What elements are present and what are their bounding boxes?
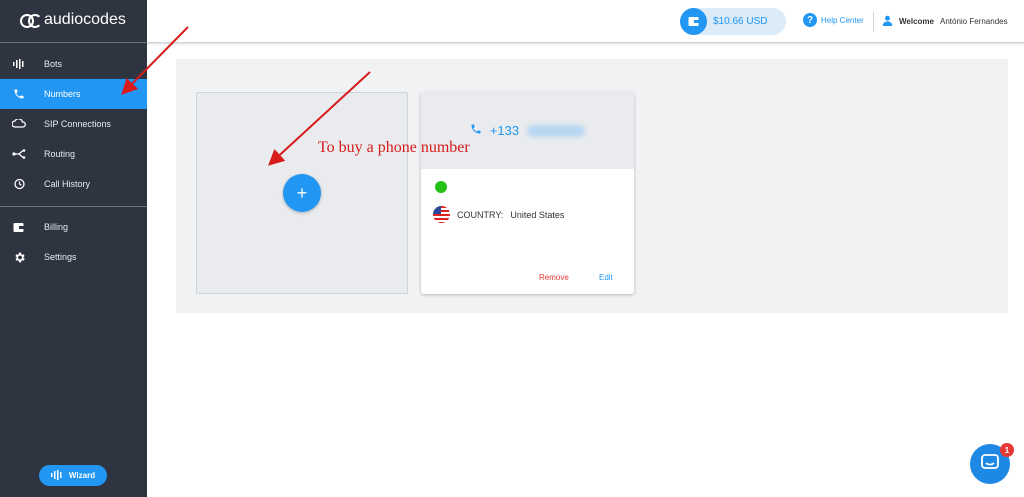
- remove-button[interactable]: Remove: [539, 273, 569, 282]
- wizard-label: Wizard: [68, 471, 96, 480]
- wizard-button[interactable]: Wizard: [39, 465, 107, 486]
- sidebar-nav-secondary: Billing Settings: [0, 212, 147, 272]
- sidebar-item-label: SIP Connections: [44, 119, 111, 129]
- status-indicator: [435, 181, 447, 193]
- sidebar-item-routing[interactable]: Routing: [0, 139, 147, 169]
- sidebar-item-label: Call History: [44, 179, 91, 189]
- bots-icon: [12, 57, 26, 71]
- sidebar-item-billing[interactable]: Billing: [0, 212, 147, 242]
- sidebar-item-numbers[interactable]: Numbers: [0, 79, 147, 109]
- annotation-text: To buy a phone number: [318, 139, 470, 156]
- call-history-icon: [12, 177, 26, 191]
- help-icon: ?: [803, 13, 817, 27]
- wallet-icon: [680, 8, 707, 35]
- sip-connections-icon: [12, 117, 26, 131]
- chat-icon: [981, 453, 999, 475]
- sidebar: audiocodes Bots Numbers SIP Connections: [0, 0, 147, 497]
- audiocodes-logo-icon: [20, 12, 42, 28]
- header-divider: [873, 12, 874, 32]
- top-header: $10.66 USD ? Help Center Welcome António…: [147, 0, 1024, 43]
- sidebar-divider: [0, 42, 147, 43]
- user-icon: [882, 15, 893, 28]
- country-label: COUNTRY:: [457, 209, 504, 220]
- sidebar-item-label: Numbers: [44, 89, 81, 99]
- redacted-number-blur: [527, 124, 586, 137]
- routing-icon: [12, 147, 26, 161]
- sidebar-item-settings[interactable]: Settings: [0, 242, 147, 272]
- add-number-button[interactable]: +: [283, 174, 321, 212]
- sidebar-item-label: Bots: [44, 59, 63, 69]
- wizard-icon: [50, 469, 63, 482]
- us-flag-icon: [433, 206, 450, 223]
- sidebar-item-label: Settings: [44, 252, 77, 262]
- notification-badge: 1: [1000, 443, 1014, 457]
- sidebar-item-sip-connections[interactable]: SIP Connections: [0, 109, 147, 139]
- brand-name: audiocodes: [44, 11, 126, 28]
- balance-pill[interactable]: $10.66 USD: [680, 8, 786, 35]
- wallet-icon: [12, 220, 26, 234]
- balance-amount: $10.66 USD: [713, 16, 768, 27]
- sidebar-item-label: Billing: [44, 222, 69, 232]
- sidebar-item-bots[interactable]: Bots: [0, 49, 147, 79]
- phone-icon: [470, 123, 482, 138]
- sidebar-item-label: Routing: [44, 149, 76, 159]
- user-welcome[interactable]: Welcome António Fernandes: [882, 15, 1008, 28]
- help-center-label: Help Center: [821, 15, 864, 25]
- phone-number-card: +133 COUNTRY: United States Remove Edit: [421, 92, 634, 294]
- country-value: United States: [510, 209, 565, 220]
- gear-icon: [12, 250, 26, 264]
- phone-icon: [12, 87, 26, 101]
- sidebar-nav: Bots Numbers SIP Connections Routing Cal…: [0, 49, 147, 199]
- brand-logo[interactable]: audiocodes: [20, 11, 126, 29]
- edit-button[interactable]: Edit: [599, 273, 613, 282]
- country-row: COUNTRY: United States: [433, 206, 564, 223]
- welcome-prefix: Welcome: [899, 17, 934, 26]
- help-center-link[interactable]: ? Help Center: [803, 13, 864, 27]
- user-name: António Fernandes: [939, 17, 1008, 26]
- phone-number-header: +133: [421, 92, 634, 169]
- sidebar-item-call-history[interactable]: Call History: [0, 169, 147, 199]
- phone-number-text: +133: [489, 123, 520, 138]
- chat-launcher-button[interactable]: 1: [970, 443, 1014, 484]
- sidebar-divider: [0, 206, 147, 207]
